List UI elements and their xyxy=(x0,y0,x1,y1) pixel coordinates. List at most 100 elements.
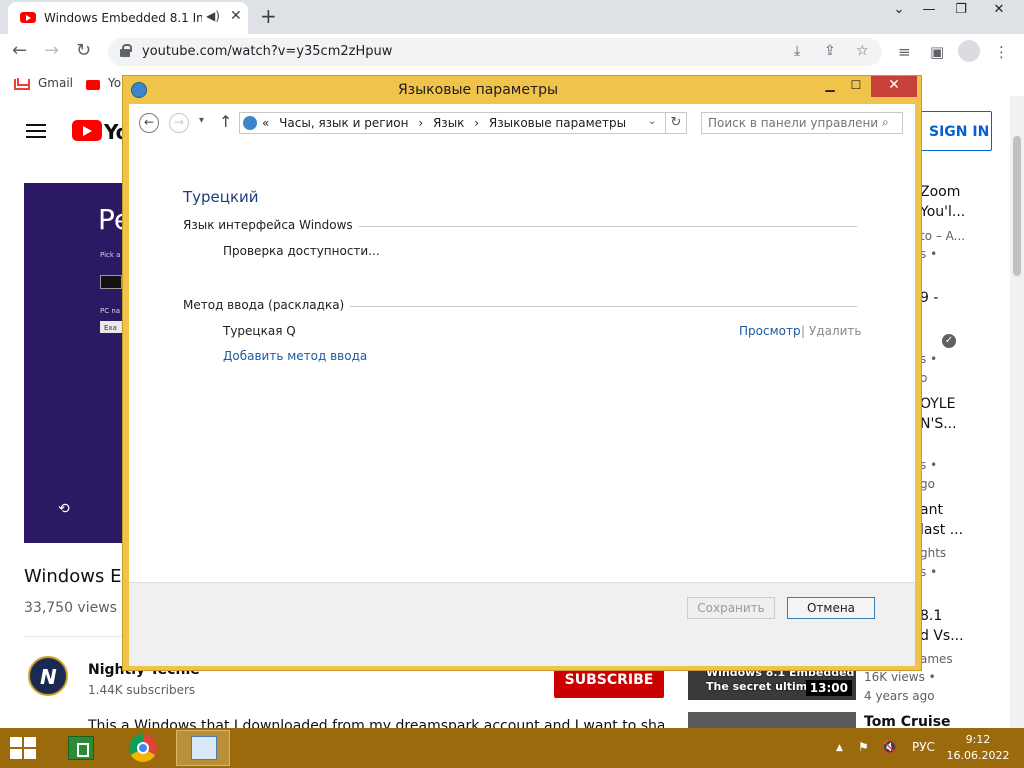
youtube-favicon-icon xyxy=(20,12,36,23)
back-icon[interactable]: ← xyxy=(139,113,159,133)
related-title-5a[interactable]: 8.1 xyxy=(920,608,942,624)
taskbar-chrome[interactable] xyxy=(116,730,170,766)
chrome-icon xyxy=(129,734,157,762)
minimize-icon[interactable]: ▁ xyxy=(817,78,843,98)
channel-avatar[interactable]: N xyxy=(28,656,68,696)
link-separator: | xyxy=(801,324,806,338)
video-player[interactable]: Pe Pick a PC na Exa ⟲ xyxy=(24,183,134,543)
bookmark-gmail[interactable]: Gmail xyxy=(38,76,73,90)
close-icon[interactable]: ✕ xyxy=(871,76,917,97)
related-title-3a[interactable]: OYLE xyxy=(920,396,955,412)
breadcrumb: « Часы, язык и регион › Язык › Языковые … xyxy=(262,116,632,130)
input-method-section: Метод ввода (раскладка) xyxy=(183,298,857,314)
breadcrumb-language-options[interactable]: Языковые параметры xyxy=(489,116,626,130)
bookmark-youtube[interactable]: Yo xyxy=(108,76,121,90)
maximize-icon[interactable]: ☐ xyxy=(843,78,869,98)
address-bar[interactable]: youtube.com/watch?v=y35cm2zHpuw ⤓ ⇪ ☆ xyxy=(108,38,882,66)
verified-icon: ✓ xyxy=(942,334,956,348)
new-tab-icon[interactable]: + xyxy=(260,4,277,28)
ui-language-section: Язык интерфейса Windows xyxy=(183,218,857,234)
input-language[interactable]: РУС xyxy=(912,740,935,754)
settings-content: Турецкий Язык интерфейса Windows Проверк… xyxy=(129,140,915,581)
related-title-1a[interactable]: Zoom xyxy=(920,184,960,200)
related-meta-3b: go xyxy=(920,477,935,491)
windows-taskbar: ▲ ⚑ 🔇 РУС 9:12 16.06.2022 xyxy=(0,728,1024,768)
preview-link[interactable]: Просмотр xyxy=(739,324,801,338)
breadcrumb-language[interactable]: Язык xyxy=(433,116,464,130)
reload-icon[interactable]: ↻ xyxy=(76,40,91,61)
back-icon[interactable]: ← xyxy=(12,40,27,61)
browser-tab[interactable]: Windows Embedded 8.1 Indi ◀) ✕ xyxy=(8,2,248,34)
related-meta-1b: s • xyxy=(920,247,938,261)
forward-icon[interactable]: → xyxy=(44,40,59,61)
related-title-1b[interactable]: You'l... xyxy=(920,204,965,220)
related-meta-2a: s • xyxy=(920,352,938,366)
search-input[interactable] xyxy=(708,116,878,130)
search-icon[interactable]: ⌕ xyxy=(882,115,889,130)
remove-link[interactable]: Удалить xyxy=(809,324,862,338)
side-panel-icon[interactable]: ▣ xyxy=(930,43,944,61)
bookmark-star-icon[interactable]: ☆ xyxy=(856,43,869,59)
bottom-card-views: 16K views • xyxy=(864,670,936,684)
breadcrumb-clock-region[interactable]: Часы, язык и регион xyxy=(279,116,408,130)
gmail-icon xyxy=(14,79,30,90)
section-title: Язык интерфейса Windows xyxy=(183,218,359,232)
dialog-footer: Сохранить Отмена xyxy=(129,582,915,666)
thumbnail-caption-1: Windows 8.1 Embedded xyxy=(706,670,855,679)
cancel-button[interactable]: Отмена xyxy=(787,597,875,619)
restore-icon[interactable]: ❐ xyxy=(946,2,976,17)
up-icon[interactable]: ↑ xyxy=(219,112,232,131)
related-thumbnail-2[interactable] xyxy=(688,712,856,728)
add-input-method-link[interactable]: Добавить метод ввода xyxy=(223,349,367,363)
clock-date: 16.06.2022 xyxy=(946,749,1010,762)
volume-muted-icon[interactable]: 🔇 xyxy=(882,740,897,754)
language-options-window: Языковые параметры ▁ ☐ ✕ ← → ▾ ↑ « Часы,… xyxy=(122,75,922,671)
hamburger-menu-icon[interactable] xyxy=(26,124,46,138)
tab-search-icon[interactable]: ⌄ xyxy=(884,2,914,17)
action-center-icon[interactable]: ⚑ xyxy=(858,740,869,754)
address-dropdown-icon[interactable]: ⌄ xyxy=(648,116,656,127)
related-title-5b[interactable]: d Vs... xyxy=(920,628,964,644)
save-button[interactable]: Сохранить xyxy=(687,597,775,619)
page-scrollbar[interactable] xyxy=(1010,96,1024,728)
forward-icon[interactable]: → xyxy=(169,113,189,133)
bottom-card-age: 4 years ago xyxy=(864,689,935,703)
related-title-4b[interactable]: last ... xyxy=(920,522,963,538)
player-exa-text: Exa xyxy=(104,324,117,332)
related-meta-4b: s • xyxy=(920,565,938,579)
menu-icon[interactable]: ⋮ xyxy=(994,43,1009,61)
media-control-icon[interactable]: ≡ xyxy=(898,43,911,61)
refresh-icon[interactable]: ↻ xyxy=(665,112,687,134)
related-title-3b[interactable]: N'S... xyxy=(920,416,957,432)
install-icon[interactable]: ⤓ xyxy=(794,43,800,59)
store-icon xyxy=(68,736,94,760)
related-meta-4a: ghts xyxy=(920,546,947,560)
sign-in-button[interactable]: SIGN IN xyxy=(916,111,992,151)
address-box[interactable]: « Часы, язык и регион › Язык › Языковые … xyxy=(239,112,687,134)
breadcrumb-overflow[interactable]: « xyxy=(262,116,269,130)
show-hidden-icons-icon[interactable]: ▲ xyxy=(836,743,843,753)
start-windows-icon[interactable] xyxy=(10,737,36,759)
system-clock[interactable]: 9:12 16.06.2022 xyxy=(946,732,1010,764)
recent-pages-icon[interactable]: ▾ xyxy=(199,115,204,126)
share-icon[interactable]: ⇪ xyxy=(824,43,836,59)
scrollbar-thumb[interactable] xyxy=(1013,136,1021,276)
ease-of-access-icon: ⟲ xyxy=(58,501,70,517)
related-thumbnail[interactable]: Windows 8.1 Embedded The secret ultimate… xyxy=(688,670,856,700)
window-body: ← → ▾ ↑ « Часы, язык и регион › Язык › Я… xyxy=(129,104,915,666)
minimize-icon[interactable]: — xyxy=(914,2,944,17)
tab-close-icon[interactable]: ✕ xyxy=(230,8,242,24)
taskbar-control-panel[interactable] xyxy=(176,730,230,766)
subscriber-count: 1.44K subscribers xyxy=(88,683,196,697)
youtube-bookmark-icon xyxy=(86,80,100,90)
close-window-icon[interactable]: ✕ xyxy=(984,2,1014,17)
control-panel-search[interactable]: ⌕ xyxy=(701,112,903,134)
youtube-logo-icon[interactable] xyxy=(72,120,102,141)
related-title-4a[interactable]: ant xyxy=(920,502,943,518)
window-titlebar[interactable]: Языковые параметры ▁ ☐ ✕ xyxy=(123,76,921,104)
audio-playing-icon[interactable]: ◀) xyxy=(206,9,220,23)
taskbar-store[interactable] xyxy=(54,730,108,766)
related-title-2a[interactable]: 9 - xyxy=(920,290,938,306)
profile-avatar[interactable] xyxy=(958,40,980,62)
control-panel-app-icon xyxy=(191,736,217,760)
